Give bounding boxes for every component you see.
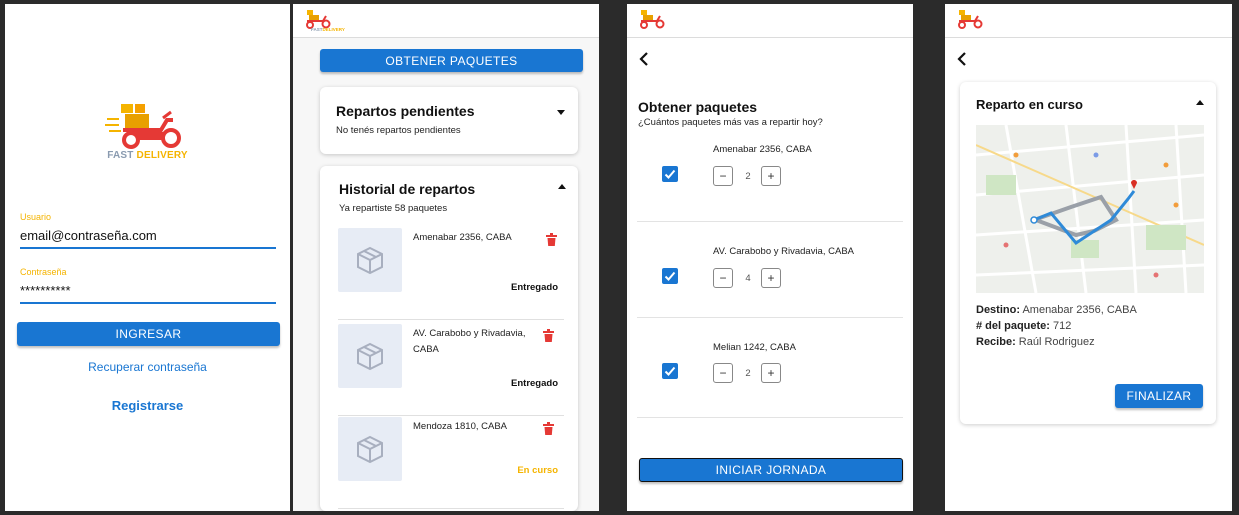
- route-map[interactable]: [976, 125, 1204, 293]
- app-header: [945, 4, 1232, 38]
- chevron-up-icon[interactable]: [558, 184, 566, 189]
- back-arrow-icon[interactable]: [638, 52, 652, 66]
- package-row: Amenabar 2356, CABA − 2 +: [637, 126, 903, 222]
- history-card: Historial de repartos Ya repartiste 58 p…: [320, 166, 578, 511]
- logo-caption: FAST DELIVERY: [5, 150, 290, 161]
- package-row: AV. Carabobo y Rivadavia, CABA − 4 +: [637, 222, 903, 318]
- package-address: AV. Carabobo y Rivadavia, CABA: [713, 246, 854, 257]
- finish-button[interactable]: FINALIZAR: [1115, 384, 1203, 408]
- list-item[interactable]: AV. Carabobo y Rivadavia, CABA Entregado: [338, 324, 564, 416]
- chevron-up-icon[interactable]: [1196, 100, 1204, 105]
- list-item[interactable]: Mendoza 1810, CABA En curso: [338, 417, 564, 509]
- history-title: Historial de repartos: [339, 181, 476, 197]
- back-arrow-icon[interactable]: [956, 52, 970, 66]
- package-checkbox[interactable]: [662, 268, 678, 284]
- password-field[interactable]: [20, 283, 276, 304]
- delivery-address: Mendoza 1810, CABA: [413, 421, 508, 432]
- quantity-value: 2: [745, 171, 751, 182]
- password-label: Contraseña: [20, 267, 67, 277]
- decrement-button[interactable]: −: [713, 268, 733, 288]
- chevron-down-icon[interactable]: [557, 110, 565, 115]
- trash-icon[interactable]: [543, 422, 554, 435]
- package-thumbnail: [338, 324, 402, 388]
- get-packages-button[interactable]: OBTENER PAQUETES: [320, 49, 583, 72]
- delivery-address: Amenabar 2356, CABA: [413, 232, 512, 243]
- logo-text: FASTDELIVERY: [311, 27, 345, 32]
- list-item[interactable]: Amenabar 2356, CABA Entregado: [338, 228, 564, 320]
- increment-button[interactable]: +: [761, 268, 781, 288]
- package-icon: [357, 246, 383, 275]
- fast-delivery-logo: [640, 10, 665, 29]
- pending-subtitle: No tenés repartos pendientes: [336, 125, 461, 136]
- package-checkbox[interactable]: [662, 166, 678, 182]
- checkmark-icon: [664, 271, 676, 281]
- delivery-card: Reparto en curso Destino: Amenabar 2356,…: [960, 82, 1216, 424]
- package-number-line: # del paquete: 712: [976, 320, 1072, 332]
- receiver-line: Recibe: Raúl Rodriguez: [976, 336, 1095, 348]
- package-thumbnail: [338, 417, 402, 481]
- pending-title: Repartos pendientes: [336, 103, 475, 119]
- package-thumbnail: [338, 228, 402, 292]
- login-screen: FAST DELIVERY Usuario Contraseña INGRESA…: [5, 4, 290, 511]
- email-field[interactable]: [20, 228, 276, 249]
- decrement-button[interactable]: −: [713, 166, 733, 186]
- login-button[interactable]: INGRESAR: [17, 322, 280, 346]
- logo-text-delivery: DELIVERY: [136, 150, 188, 161]
- start-day-button[interactable]: INICIAR JORNADA: [639, 458, 903, 482]
- pending-deliveries-card[interactable]: Repartos pendientes No tenés repartos pe…: [320, 87, 578, 154]
- package-address: Amenabar 2356, CABA: [713, 144, 812, 155]
- trash-icon[interactable]: [543, 329, 554, 342]
- checkmark-icon: [664, 169, 676, 179]
- package-icon: [357, 435, 383, 464]
- delivery-address: AV. Carabobo y Rivadavia, CABA: [413, 328, 526, 355]
- recover-password-link[interactable]: Recuperar contraseña: [5, 360, 290, 374]
- increment-button[interactable]: +: [761, 363, 781, 383]
- page-title: Obtener paquetes: [638, 99, 758, 115]
- get-packages-screen: Obtener paquetes ¿Cuántos paquetes más v…: [627, 4, 913, 511]
- home-screen: FASTDELIVERY OBTENER PAQUETES Repartos p…: [293, 4, 599, 511]
- history-subtitle: Ya repartiste 58 paquetes: [339, 203, 448, 214]
- app-header: [627, 4, 913, 38]
- user-label: Usuario: [20, 212, 52, 222]
- map-image: [976, 125, 1204, 293]
- increment-button[interactable]: +: [761, 166, 781, 186]
- checkmark-icon: [664, 366, 676, 376]
- register-link[interactable]: Registrarse: [5, 398, 290, 413]
- package-checkbox[interactable]: [662, 363, 678, 379]
- fast-delivery-logo: [958, 10, 983, 29]
- destination-line: Destino: Amenabar 2356, CABA: [976, 304, 1137, 316]
- logo-text-fast: FAST: [107, 150, 134, 161]
- status-badge: En curso: [517, 465, 558, 476]
- package-address: Melian 1242, CABA: [713, 342, 796, 353]
- fast-delivery-logo: [105, 104, 181, 149]
- app-header: FASTDELIVERY: [293, 4, 599, 38]
- status-badge: Entregado: [511, 378, 558, 389]
- package-row: Melian 1242, CABA − 2 +: [637, 322, 903, 418]
- package-icon: [357, 342, 383, 371]
- delivery-title: Reparto en curso: [976, 97, 1083, 112]
- decrement-button[interactable]: −: [713, 363, 733, 383]
- status-badge: Entregado: [511, 282, 558, 293]
- delivery-screen: Reparto en curso Destino: Amenabar 2356,…: [945, 4, 1232, 511]
- trash-icon[interactable]: [546, 233, 557, 246]
- quantity-value: 4: [745, 273, 751, 284]
- quantity-value: 2: [745, 368, 751, 379]
